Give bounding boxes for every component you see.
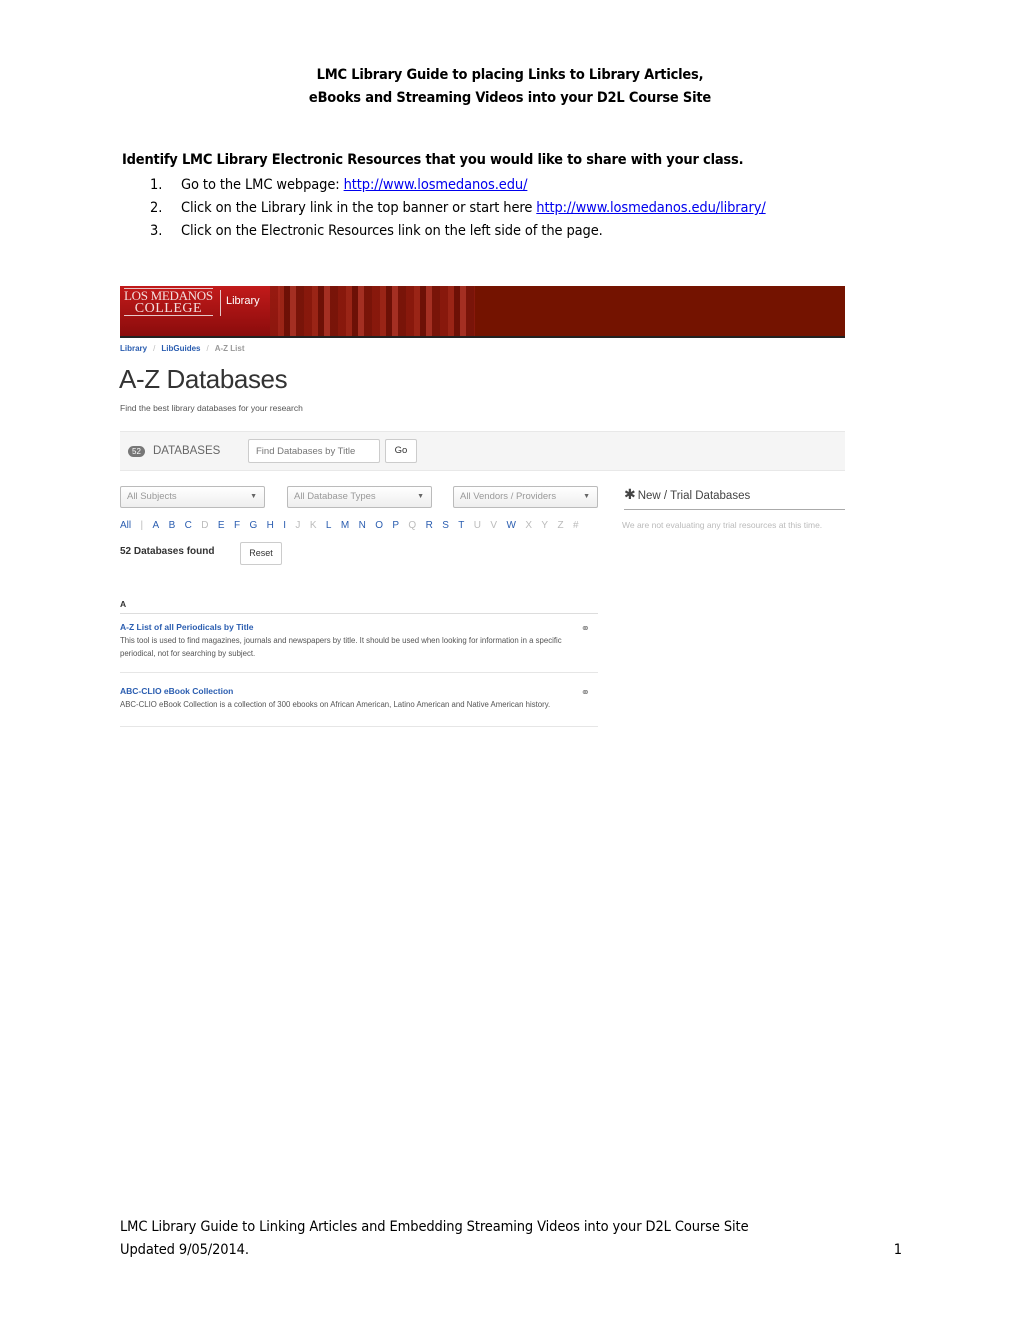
letter-filter-n[interactable]: N: [359, 520, 366, 531]
letter-filter-y: Y: [541, 520, 549, 531]
database-types-select[interactable]: All Database Types ▼: [287, 486, 432, 508]
intro-heading: Identify LMC Library Electronic Resource…: [122, 152, 744, 168]
books-image: [270, 286, 475, 336]
letter-filter-q: Q: [408, 520, 417, 531]
letter-filter-t[interactable]: T: [458, 520, 464, 531]
college-logo[interactable]: LOS MEDANOS COLLEGE: [124, 288, 213, 316]
lmc-homepage-link[interactable]: http://www.losmedanos.edu/: [344, 177, 528, 193]
embedded-screenshot: LOS MEDANOS COLLEGE Library Library / LibG…: [119, 286, 845, 736]
steps-list: 1. Go to the LMC webpage: http://www.los…: [150, 174, 766, 243]
subjects-select[interactable]: All Subjects ▼: [120, 486, 265, 508]
site-banner: LOS MEDANOS COLLEGE Library: [120, 286, 845, 338]
letter-filter-e[interactable]: E: [218, 520, 225, 531]
trial-databases-text: We are not evaluating any trial resource…: [622, 520, 823, 530]
letter-filter-m[interactable]: M: [341, 520, 349, 531]
letter-filter-f[interactable]: F: [234, 520, 240, 531]
step-text: Click on the Electronic Resources link o…: [181, 223, 603, 239]
link-icon[interactable]: ⚭: [581, 622, 590, 635]
page-subtitle: Find the best library databases for your…: [120, 403, 303, 413]
logo-divider: [220, 290, 221, 316]
database-search-bar: 52 DATABASES Go: [120, 431, 845, 471]
letter-filter-i[interactable]: I: [283, 520, 286, 531]
section-letter: A: [120, 599, 598, 614]
step-item: 1. Go to the LMC webpage: http://www.los…: [150, 174, 766, 197]
footer-updated: Updated 9/05/2014.: [120, 1242, 249, 1258]
letter-filter-d: D: [201, 520, 209, 531]
letter-filter-p[interactable]: P: [392, 520, 399, 531]
database-title-link[interactable]: A-Z List of all Periodicals by Title: [120, 622, 598, 632]
step-number: 3.: [150, 223, 163, 239]
breadcrumb: Library / LibGuides / A-Z List: [120, 344, 245, 353]
count-badge: 52: [128, 446, 145, 457]
letter-filter-r[interactable]: R: [426, 520, 433, 531]
letter-filter-all[interactable]: All: [120, 520, 131, 531]
count-label: DATABASES: [153, 445, 221, 457]
letter-filter-g[interactable]: G: [249, 520, 257, 531]
letter-filter-l[interactable]: L: [326, 520, 332, 531]
chevron-down-icon: ▼: [583, 493, 590, 500]
breadcrumb-current: A-Z List: [214, 344, 245, 353]
step-item: 2. Click on the Library link in the top …: [150, 197, 766, 220]
letter-filter-z: Z: [557, 520, 564, 531]
letter-separator: |: [140, 520, 144, 531]
trial-databases-heading: ✱ New / Trial Databases: [624, 486, 845, 510]
title-line-1: LMC Library Guide to placing Links to Li…: [316, 67, 704, 83]
page-title: A-Z Databases: [119, 364, 288, 394]
step-text: Go to the LMC webpage:: [181, 177, 344, 193]
go-button[interactable]: Go: [385, 439, 417, 463]
breadcrumb-library[interactable]: Library: [120, 344, 147, 353]
page-footer: LMC Library Guide to Linking Articles an…: [120, 1216, 902, 1262]
database-description: This tool is used to find magazines, jou…: [120, 636, 562, 658]
reset-button[interactable]: Reset: [240, 542, 282, 565]
letter-filter-k: K: [309, 520, 317, 531]
letter-filter-b[interactable]: B: [169, 520, 176, 531]
link-icon[interactable]: ⚭: [581, 686, 590, 699]
letter-filter-h[interactable]: H: [267, 520, 274, 531]
database-title-link[interactable]: ABC-CLIO eBook Collection: [120, 686, 598, 696]
alphabet-filter: All | A B C D E F G H I J K L M N O P Q R S T U V W X Y Z #: [120, 520, 588, 531]
step-number: 2.: [150, 200, 163, 216]
step-text: Click on the Library link in the top ban…: [181, 200, 537, 216]
vendors-select[interactable]: All Vendors / Providers ▼: [453, 486, 598, 508]
letter-filter-s[interactable]: S: [442, 520, 449, 531]
banner-section-label[interactable]: Library: [226, 295, 260, 307]
results-count: 52 Databases found: [120, 546, 215, 557]
letter-filter-j: J: [295, 520, 301, 531]
document-title: LMC Library Guide to placing Links to Li…: [0, 64, 1020, 110]
title-line-2: eBooks and Streaming Videos into your D2…: [308, 90, 712, 106]
list-item: ABC-CLIO eBook Collection ABC-CLIO eBook…: [120, 686, 598, 727]
library-link[interactable]: http://www.losmedanos.edu/library/: [536, 200, 765, 216]
letter-filter-o[interactable]: O: [375, 520, 383, 531]
step-number: 1.: [150, 177, 163, 193]
letter-filter-x: X: [525, 520, 532, 531]
step-item: 3. Click on the Electronic Resources lin…: [150, 220, 766, 243]
search-input[interactable]: [248, 439, 380, 463]
asterisk-icon: ✱: [624, 486, 636, 502]
chevron-down-icon: ▼: [250, 493, 257, 500]
letter-filter-u: U: [473, 520, 482, 531]
letter-filter-w[interactable]: W: [506, 520, 515, 531]
page-number: 1: [893, 1242, 902, 1258]
letter-filter-a[interactable]: A: [153, 520, 160, 531]
letter-filter-hash: #: [572, 520, 579, 531]
list-item: A-Z List of all Periodicals by Title Thi…: [120, 622, 598, 673]
letter-filter-v: V: [490, 520, 498, 531]
footer-title: LMC Library Guide to Linking Articles an…: [120, 1219, 749, 1235]
letter-filter-c[interactable]: C: [185, 520, 192, 531]
breadcrumb-libguides[interactable]: LibGuides: [161, 344, 200, 353]
database-description: ABC-CLIO eBook Collection is a collectio…: [120, 700, 551, 709]
chevron-down-icon: ▼: [417, 493, 424, 500]
